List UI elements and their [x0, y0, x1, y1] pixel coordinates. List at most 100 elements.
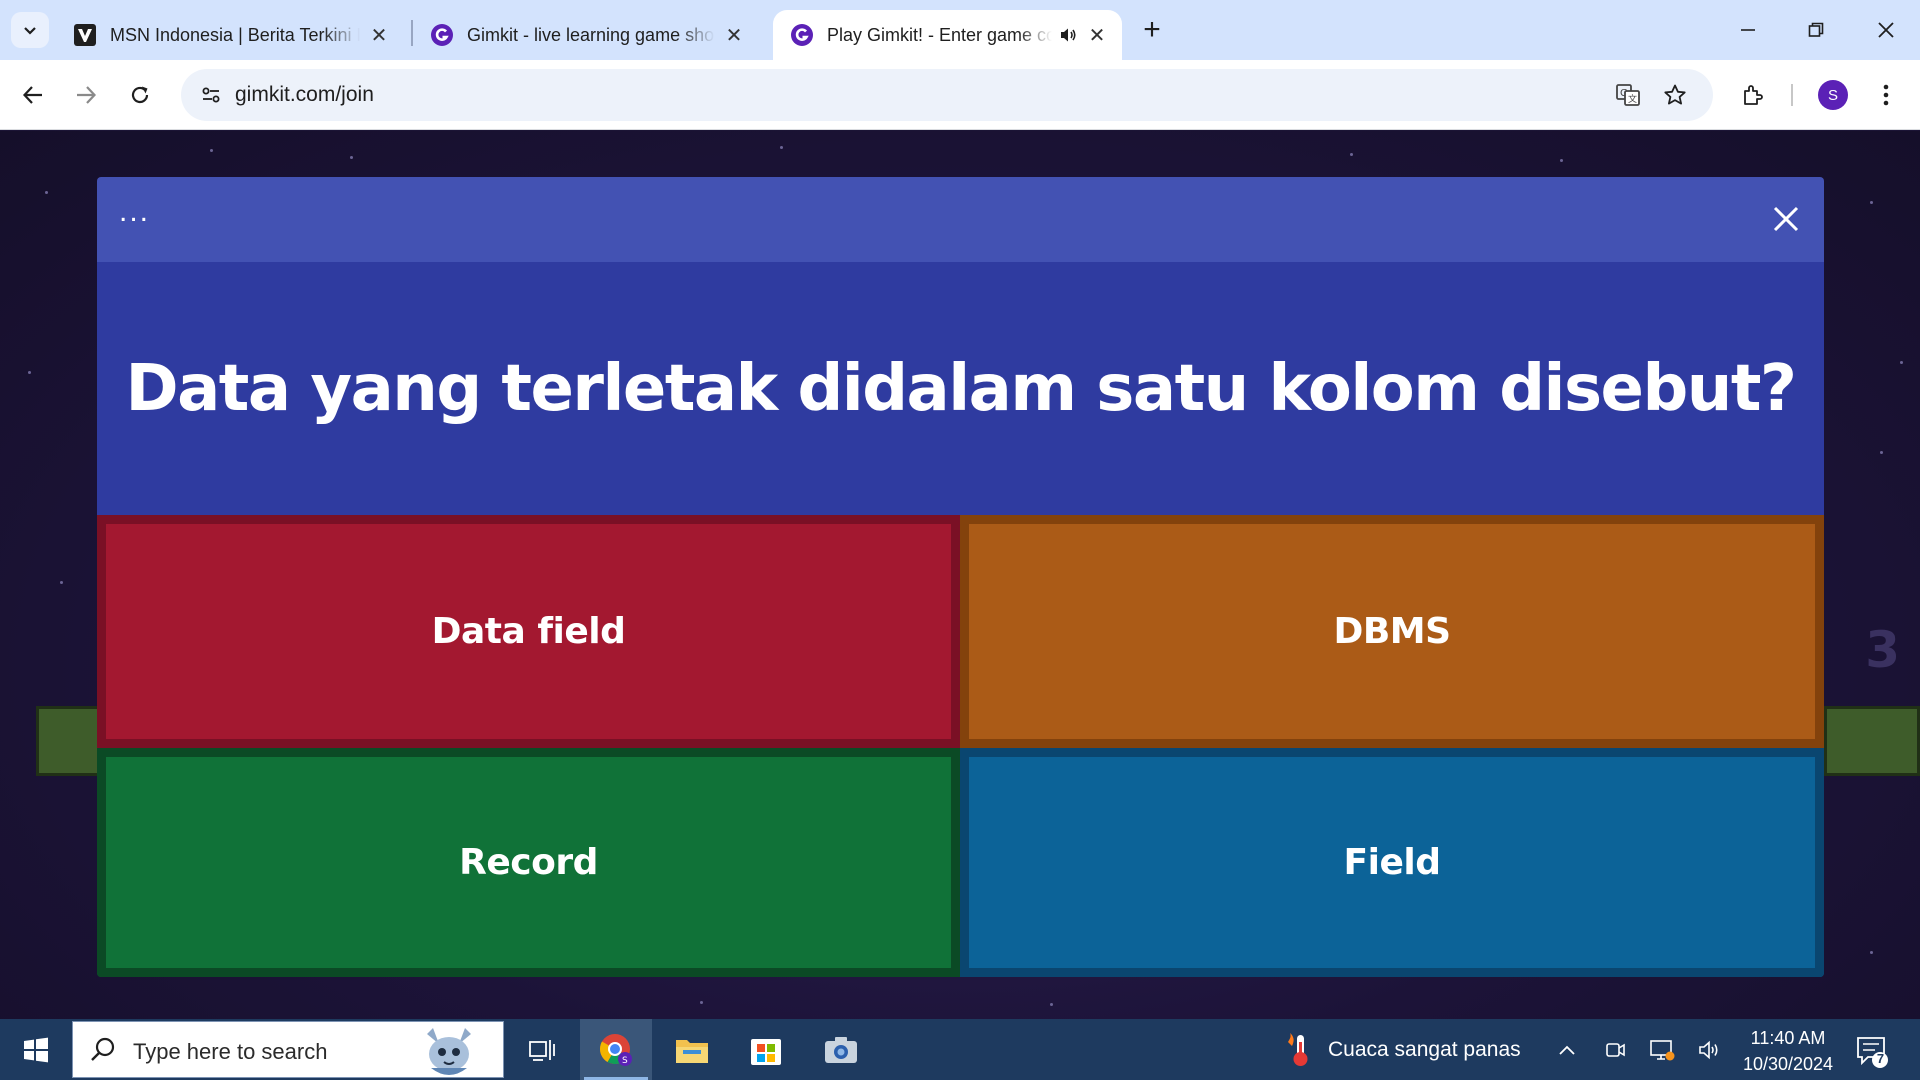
show-hidden-icons-button[interactable]	[1548, 1019, 1586, 1080]
background-platform	[36, 706, 106, 776]
background-star	[1870, 951, 1873, 954]
meet-now-tray-icon[interactable]	[1596, 1019, 1634, 1080]
answer-label: DBMS	[1333, 611, 1451, 652]
weather-text: Cuaca sangat panas	[1328, 1037, 1521, 1061]
task-view-icon	[529, 1039, 555, 1061]
new-tab-button[interactable]: +	[1136, 13, 1168, 46]
arrow-right-icon	[77, 86, 97, 104]
taskbar-microsoft-store[interactable]	[730, 1019, 802, 1080]
answer-option-1[interactable]: Data field	[97, 515, 960, 748]
task-view-button[interactable]	[506, 1019, 578, 1080]
background-star	[350, 156, 353, 159]
search-placeholder: Type here to search	[133, 1039, 328, 1064]
arrow-left-icon	[22, 86, 42, 104]
search-highlight-image	[427, 1028, 471, 1075]
background-star	[60, 581, 63, 584]
address-text[interactable]: gimkit.com/join	[235, 83, 374, 107]
taskbar-chrome[interactable]: S	[580, 1019, 652, 1080]
extensions-icon[interactable]	[1731, 73, 1775, 117]
question-modal: ... Data yang terletak didalam satu kolo…	[97, 177, 1824, 977]
close-window-button[interactable]	[1852, 0, 1920, 60]
search-icon	[91, 1037, 115, 1061]
folder-icon	[676, 1039, 708, 1063]
answer-option-3[interactable]: Record	[97, 748, 960, 977]
answer-option-2[interactable]: DBMS	[960, 515, 1824, 748]
speaker-icon[interactable]	[1058, 25, 1078, 45]
forward-button[interactable]	[64, 73, 108, 117]
address-bar[interactable]: gimkit.com/join G文	[181, 69, 1713, 121]
reload-icon	[131, 86, 149, 104]
notification-center-button[interactable]: 7	[1852, 1031, 1892, 1071]
more-options-button[interactable]: ...	[119, 195, 150, 229]
background-star	[210, 149, 213, 152]
tab-title: MSN Indonesia | Berita Terkini H	[110, 24, 360, 45]
answer-label: Record	[459, 842, 598, 883]
tab-title: Play Gimkit! - Enter game co	[827, 24, 1052, 45]
background-star	[780, 146, 783, 149]
background-star	[1050, 1003, 1053, 1006]
camera-icon	[825, 1036, 857, 1063]
background-star	[700, 1001, 703, 1004]
system-clock[interactable]: 11:40 AM 10/30/2024	[1730, 1025, 1846, 1077]
background-star	[1900, 361, 1903, 364]
back-button[interactable]	[11, 73, 55, 117]
close-icon	[1878, 22, 1894, 38]
gimkit-icon	[789, 22, 815, 48]
reload-button[interactable]	[118, 73, 162, 117]
tab-gimkit[interactable]: Gimkit - live learning game sho ✕	[413, 10, 759, 60]
toolbar-divider	[1791, 84, 1793, 106]
background-star	[1870, 201, 1873, 204]
bookmark-star-icon[interactable]	[1657, 77, 1693, 113]
tab-play-gimkit[interactable]: Play Gimkit! - Enter game co ✕	[773, 10, 1122, 60]
taskbar-camera[interactable]	[805, 1019, 877, 1080]
site-info-icon[interactable]	[193, 77, 229, 113]
chevron-up-icon	[1559, 1045, 1575, 1055]
background-star	[1880, 451, 1883, 454]
browser-toolbar: gimkit.com/join G文 S	[0, 60, 1920, 130]
tab-search-button[interactable]	[11, 12, 49, 48]
notification-icon	[1857, 1037, 1888, 1068]
close-tab-icon[interactable]: ✕	[368, 24, 390, 47]
close-tab-icon[interactable]: ✕	[1086, 24, 1108, 47]
background-number: 3	[1865, 621, 1900, 679]
network-icon	[1650, 1039, 1675, 1060]
taskbar-search-box[interactable]: Type here to search	[72, 1021, 504, 1078]
question-area: Data yang terletak didalam satu kolom di…	[97, 262, 1824, 515]
thermometer-icon	[1288, 1032, 1308, 1066]
close-tab-icon[interactable]: ✕	[723, 24, 745, 47]
tab-strip: MSN Indonesia | Berita Terkini H ✕ Gimki…	[0, 0, 1920, 60]
modal-header: ...	[97, 177, 1824, 262]
taskbar-file-explorer[interactable]	[656, 1019, 728, 1080]
tab-title: Gimkit - live learning game sho	[467, 24, 715, 45]
close-modal-button[interactable]	[1766, 199, 1806, 239]
svg-text:文: 文	[1628, 93, 1637, 105]
volume-tray-icon[interactable]	[1691, 1019, 1729, 1080]
minimize-icon	[1741, 29, 1755, 31]
background-star	[28, 371, 31, 374]
answer-label: Field	[1343, 842, 1441, 883]
windows-taskbar: Type here to search S Cuaca sangat panas…	[0, 1019, 1920, 1080]
windows-logo-icon	[24, 1037, 48, 1062]
store-icon	[751, 1038, 781, 1065]
profile-button[interactable]: S	[1811, 73, 1855, 117]
restore-button[interactable]	[1782, 0, 1850, 60]
svg-text:S: S	[622, 1056, 628, 1066]
chrome-icon: S	[600, 1033, 632, 1066]
network-tray-icon[interactable]	[1643, 1019, 1681, 1080]
minimize-button[interactable]	[1714, 0, 1782, 60]
close-icon	[1773, 206, 1799, 232]
msn-icon	[72, 22, 98, 48]
browser-menu-button[interactable]	[1864, 73, 1908, 117]
restore-icon	[1808, 22, 1824, 37]
speaker-icon	[1699, 1040, 1718, 1059]
more-vertical-icon	[1883, 84, 1889, 106]
start-button[interactable]	[0, 1019, 72, 1080]
tab-msn[interactable]: MSN Indonesia | Berita Terkini H ✕	[56, 10, 404, 60]
weather-widget[interactable]: Cuaca sangat panas	[1282, 1019, 1521, 1080]
translate-icon[interactable]: G文	[1610, 77, 1646, 113]
background-platform	[1824, 706, 1920, 776]
background-star	[45, 191, 48, 194]
background-star	[1350, 153, 1353, 156]
answer-option-4[interactable]: Field	[960, 748, 1824, 977]
avatar: S	[1818, 80, 1848, 110]
